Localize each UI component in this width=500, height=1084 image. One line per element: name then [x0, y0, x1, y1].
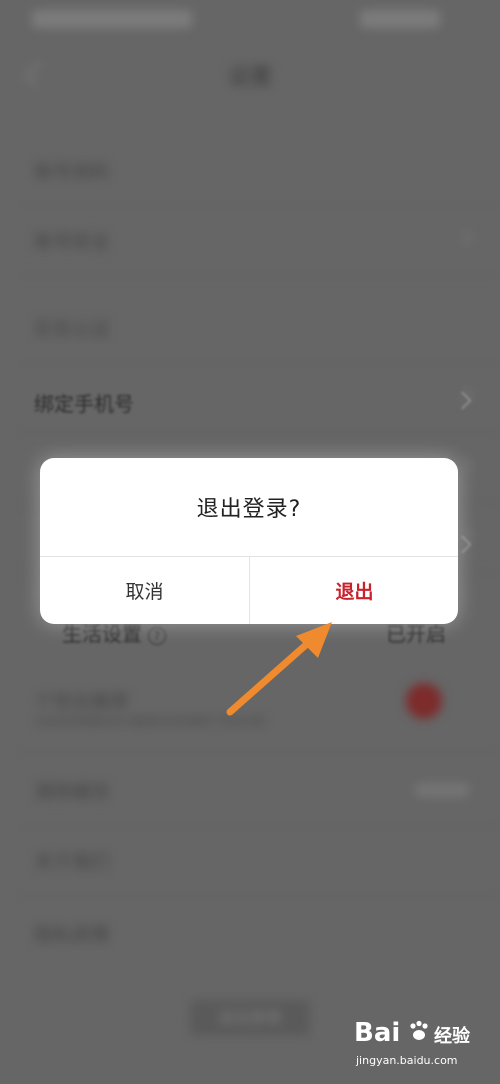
- logout-confirm-dialog: 退出登录? 取消 退出: [40, 458, 458, 624]
- baidu-jingyan-watermark: Bai 经验 jingyan.baidu.com: [354, 1018, 474, 1074]
- life-settings-label: 生活设置: [62, 622, 142, 646]
- chevron-right-icon: [455, 456, 473, 474]
- watermark-url: jingyan.baidu.com: [356, 1054, 458, 1067]
- watermark-brand-suffix: 经验: [434, 1026, 470, 1047]
- nav-bar: 设置: [0, 45, 500, 101]
- row-account-security[interactable]: 账号安全: [18, 205, 500, 276]
- bind-phone-label: 绑定手机号: [34, 392, 134, 416]
- watermark-brand: Bai: [354, 1018, 401, 1048]
- row-account-profile[interactable]: 账号资料: [18, 135, 500, 206]
- row-label: 账号资料: [34, 161, 111, 183]
- status-bar-left: [32, 10, 192, 28]
- row-about[interactable]: 关于我们: [18, 825, 500, 896]
- row-real-name[interactable]: 实名认证: [18, 292, 500, 363]
- cache-size-pill: [414, 783, 470, 797]
- status-bar: [0, 0, 500, 40]
- row-label: 关于我们: [34, 851, 111, 873]
- cancel-button[interactable]: 取消: [40, 557, 249, 624]
- row-privacy[interactable]: 隐私政策: [18, 898, 500, 968]
- row-label: 隐私政策: [34, 924, 111, 946]
- row-clear-cache[interactable]: 清除缓存: [18, 755, 500, 826]
- page-title: 设置: [227, 65, 272, 90]
- help-icon[interactable]: ?: [148, 626, 166, 645]
- toggle-switch[interactable]: [406, 683, 442, 719]
- chevron-right-icon: [455, 229, 473, 247]
- row-label: 实名认证: [34, 318, 111, 340]
- dialog-title: 退出登录?: [196, 497, 302, 522]
- paw-icon: [410, 1020, 428, 1040]
- row-label: 清除缓存: [34, 781, 111, 803]
- confirm-exit-button[interactable]: 退出: [250, 557, 458, 624]
- row-personalized[interactable]: 个性化推荐 开启后将根据你的兴趣爱好向你推荐个性化内容: [18, 665, 500, 752]
- logout-button[interactable]: 退出登录: [190, 1000, 310, 1036]
- status-bar-right: [360, 10, 440, 28]
- row-label: 个性化推荐: [34, 691, 130, 713]
- row-subtext: 开启后将根据你的兴趣爱好向你推荐个性化内容: [34, 715, 265, 728]
- row-label: 账号安全: [34, 231, 111, 253]
